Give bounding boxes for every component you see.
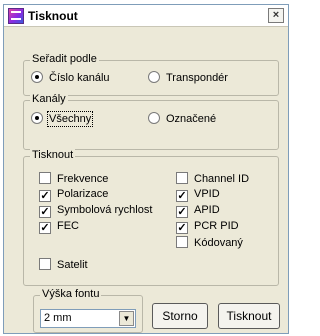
checkbox-unchecked-icon <box>39 172 51 184</box>
check-icon: ✓ <box>176 190 188 202</box>
checkbox-apid[interactable]: ✓ APID <box>176 204 220 218</box>
window-title: Tisknout <box>28 9 78 23</box>
checkbox-vpid[interactable]: ✓ VPID <box>176 188 220 202</box>
print-fields-group-title: Tisknout <box>30 149 76 161</box>
sort-option-label: Číslo kanálu <box>49 72 110 84</box>
checkbox-unchecked-icon <box>39 258 51 270</box>
channels-group: Kanály <box>23 93 279 150</box>
cancel-button[interactable]: Storno <box>152 303 208 329</box>
checkbox-label: VPID <box>194 188 220 200</box>
checkbox-frequency[interactable]: Frekvence <box>39 172 108 185</box>
font-height-group-title: Výška fontu <box>40 288 102 300</box>
checkbox-fec[interactable]: ✓ FEC <box>39 220 79 234</box>
app-icon <box>8 8 24 24</box>
sort-by-group-title: Seřadit podle <box>30 53 99 65</box>
checkbox-pcr-pid[interactable]: ✓ PCR PID <box>176 220 239 234</box>
channels-marked-radio[interactable]: Označené <box>148 112 216 125</box>
checkbox-unchecked-icon <box>176 236 188 248</box>
check-icon: ✓ <box>39 206 51 218</box>
checkbox-channel-id[interactable]: Channel ID <box>176 172 249 185</box>
close-button[interactable]: × <box>268 8 284 23</box>
font-height-value: 2 mm <box>44 312 72 324</box>
sort-option-label: Transpondér <box>166 72 228 84</box>
checkbox-label: Satelit <box>57 259 88 271</box>
sort-by-transponder-radio[interactable]: Transpondér <box>148 71 228 84</box>
print-dialog: Tisknout × Seřadit podle Číslo kanálu Tr… <box>3 4 289 334</box>
dropdown-arrow-icon[interactable]: ▼ <box>119 311 134 326</box>
checkbox-label: Kódovaný <box>194 237 243 249</box>
channels-option-label: Všechny <box>46 111 94 127</box>
radio-unselected-icon <box>148 112 160 124</box>
print-button[interactable]: Tisknout <box>218 303 280 329</box>
title-bar: Tisknout × <box>4 5 288 27</box>
font-height-select[interactable]: 2 mm ▼ <box>40 309 136 328</box>
checkbox-satellite[interactable]: Satelit <box>39 258 88 271</box>
checkbox-label: Symbolová rychlost <box>57 204 153 216</box>
checkbox-label: APID <box>194 204 220 216</box>
radio-unselected-icon <box>148 71 160 83</box>
check-icon: ✓ <box>176 222 188 234</box>
radio-selected-icon <box>31 112 43 124</box>
checkbox-symbol-rate[interactable]: ✓ Symbolová rychlost <box>39 204 152 218</box>
check-icon: ✓ <box>39 222 51 234</box>
channels-option-label: Označené <box>166 113 217 125</box>
checkbox-label: Channel ID <box>194 173 250 185</box>
channels-all-radio[interactable]: Všechny <box>31 111 94 127</box>
checkbox-label: Polarizace <box>57 188 109 200</box>
sort-by-channel-number-radio[interactable]: Číslo kanálu <box>31 71 110 84</box>
checkbox-polarization[interactable]: ✓ Polarizace <box>39 188 108 202</box>
check-icon: ✓ <box>176 206 188 218</box>
check-icon: ✓ <box>39 190 51 202</box>
channels-group-title: Kanály <box>30 93 68 105</box>
checkbox-encrypted[interactable]: Kódovaný <box>176 236 243 249</box>
checkbox-label: FEC <box>57 220 79 232</box>
checkbox-unchecked-icon <box>176 172 188 184</box>
radio-selected-icon <box>31 71 43 83</box>
checkbox-label: Frekvence <box>57 173 109 185</box>
checkbox-label: PCR PID <box>194 220 239 232</box>
